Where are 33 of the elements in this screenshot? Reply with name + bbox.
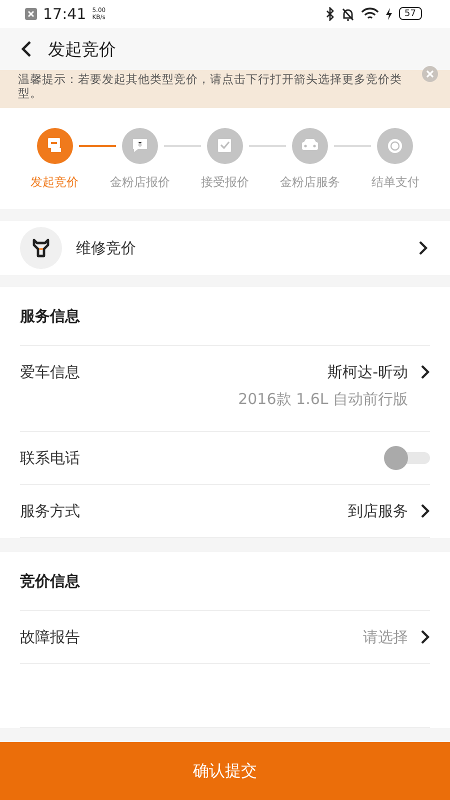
field-detail: 2016款 1.6L 自动前行版 [237,390,409,410]
field-label: 故障报告 [20,628,80,646]
section-title: 服务信息 [20,287,430,346]
field-label: 爱车信息 [20,362,80,382]
step-label: 金粉店服务 [280,174,340,192]
section-title: 竞价信息 [20,552,430,611]
battery-level: 57 [404,8,416,19]
field-label: 服务方式 [20,502,80,520]
field-value[interactable]: 到店服务 [348,502,408,520]
close-icon[interactable] [422,66,438,82]
chevron-right-icon [420,629,430,645]
bluetooth-icon [324,6,335,21]
wrench-icon [20,227,62,270]
charging-icon [384,8,393,20]
wifi-icon [360,6,379,21]
clock-time: 17:41 [43,4,86,23]
step-label: 发起竞价 [30,174,79,192]
list-item-label: 维修竞价 [76,238,137,258]
step-label: 接受报价 [201,174,249,192]
bell-muted-icon [340,6,355,21]
chevron-right-icon [420,503,430,519]
field-label: 联系电话 [20,448,80,468]
field-value[interactable]: 斯柯达-昕动 [328,362,408,382]
notice-text: 温馨提示：若要发起其他类型竞价，请点击下行打开箭头选择更多竞价类型。 [18,72,403,100]
back-icon[interactable] [20,40,32,58]
page-title: 发起竞价 [48,38,116,61]
list-item[interactable]: 维修竞价 [0,221,450,275]
notification-icon [25,8,37,20]
step-label: 结单支付 [371,174,420,192]
chevron-right-icon [420,364,430,380]
chevron-right-icon [418,240,428,256]
toggle-switch[interactable] [384,446,430,470]
step-label: 金粉店报价 [110,174,170,192]
